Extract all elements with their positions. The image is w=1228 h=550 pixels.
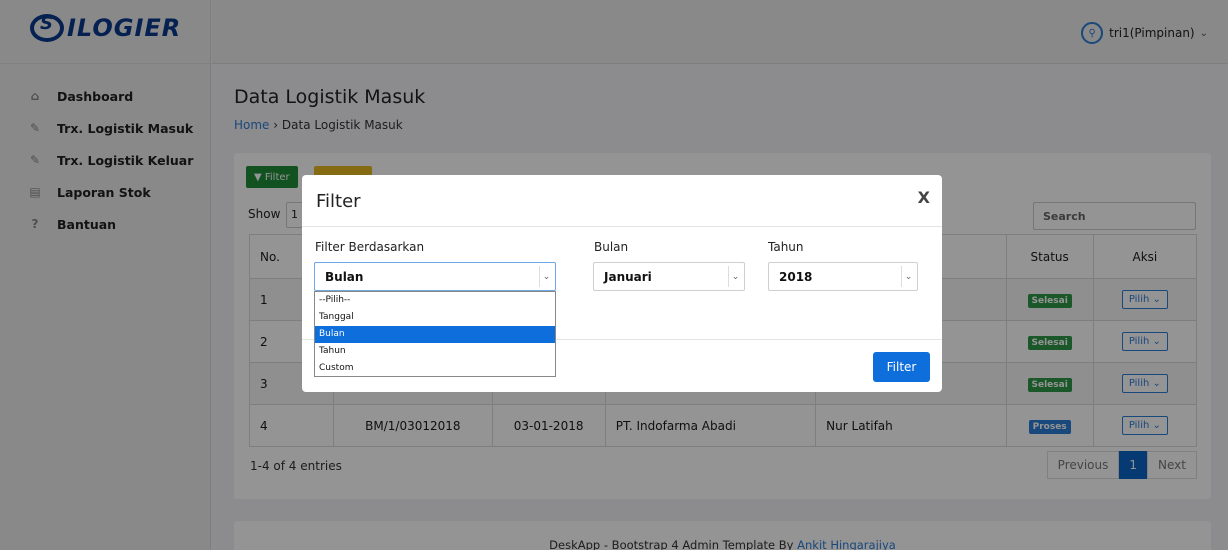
option-bulan[interactable]: Bulan	[315, 326, 555, 343]
option-pilih[interactable]: --Pilih--	[315, 292, 555, 309]
filter-by-select[interactable]: Bulan ⌄	[314, 262, 556, 291]
tahun-label: Tahun	[768, 240, 804, 254]
tahun-select[interactable]: 2018 ⌄	[768, 262, 918, 291]
apply-filter-button[interactable]: Filter	[873, 352, 930, 382]
filter-by-options: --Pilih-- Tanggal Bulan Tahun Custom	[314, 291, 556, 377]
chevron-down-icon: ⌄	[539, 266, 553, 287]
chevron-down-icon: ⌄	[901, 266, 915, 287]
chevron-down-icon: ⌄	[728, 266, 742, 287]
modal-title: Filter	[316, 191, 361, 212]
option-custom[interactable]: Custom	[315, 360, 555, 377]
bulan-select[interactable]: Januari ⌄	[593, 262, 745, 291]
option-tahun[interactable]: Tahun	[315, 343, 555, 360]
bulan-label: Bulan	[594, 240, 629, 254]
modal-divider	[302, 226, 942, 227]
close-button[interactable]: X	[918, 188, 930, 207]
filter-by-label: Filter Berdasarkan	[315, 240, 425, 254]
option-tanggal[interactable]: Tanggal	[315, 309, 555, 326]
